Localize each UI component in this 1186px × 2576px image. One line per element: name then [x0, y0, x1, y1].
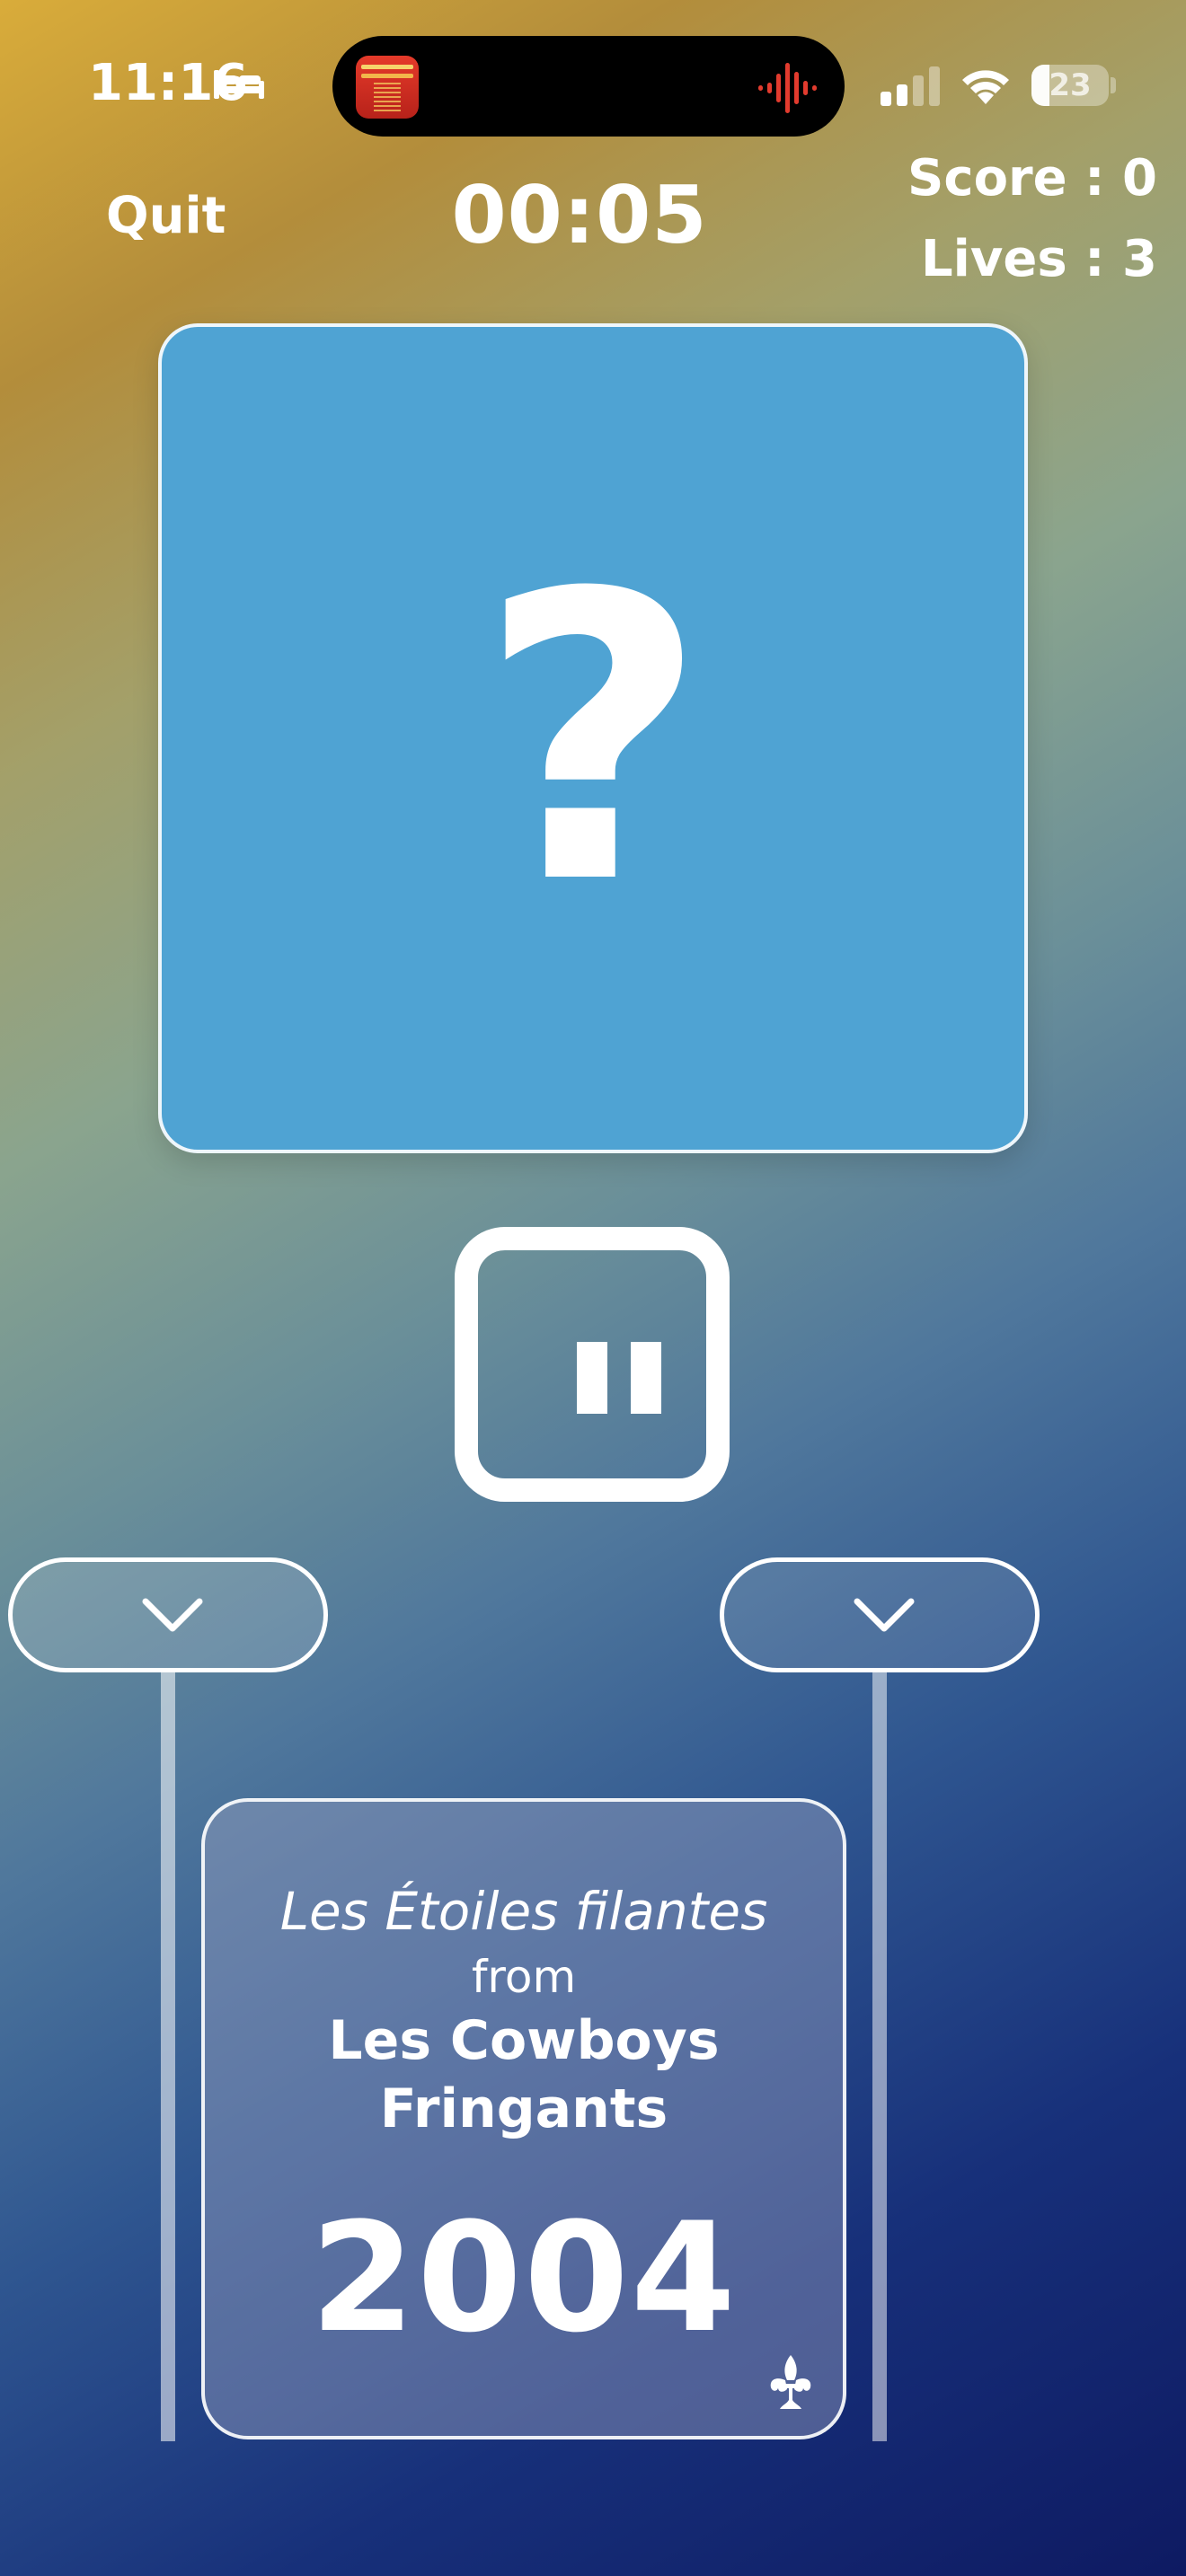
release-year: 2004: [310, 2190, 738, 2366]
chevron-down-icon: [854, 1598, 915, 1632]
timeline-song-card: Les Étoiles filantes from Les Cowboys Fr…: [201, 1798, 846, 2439]
battery-percent: 23: [1049, 67, 1092, 103]
artist-name: Les Cowboys Fringants: [328, 2009, 720, 2140]
pause-button[interactable]: [455, 1227, 730, 1502]
sleep-bed-icon: [214, 70, 264, 99]
mystery-song-card: ?: [158, 323, 1028, 1153]
chevron-down-icon: [142, 1598, 203, 1632]
timeline-slot-line: [872, 1672, 887, 2441]
place-before-button[interactable]: [8, 1557, 328, 1672]
question-mark: ?: [478, 510, 708, 970]
album-art[interactable]: [356, 56, 419, 119]
from-label: from: [471, 1951, 577, 2003]
battery-icon: 23: [1031, 65, 1116, 106]
audio-waveform-icon: [758, 63, 817, 113]
lives-label: Lives : 3: [920, 230, 1157, 288]
quit-button[interactable]: Quit: [106, 187, 226, 245]
timeline-slot-line: [161, 1672, 175, 2441]
song-title: Les Étoiles filantes: [279, 1881, 768, 1942]
place-after-button[interactable]: [720, 1557, 1040, 1672]
wifi-icon: [962, 70, 1009, 104]
dynamic-island[interactable]: [332, 36, 845, 137]
fleur-de-lis-icon: [770, 2355, 811, 2409]
pause-icon: [577, 1342, 607, 1414]
countdown-timer: 00:05: [451, 169, 708, 261]
score-label: Score : 0: [907, 149, 1157, 207]
cellular-signal-icon: [881, 66, 940, 106]
